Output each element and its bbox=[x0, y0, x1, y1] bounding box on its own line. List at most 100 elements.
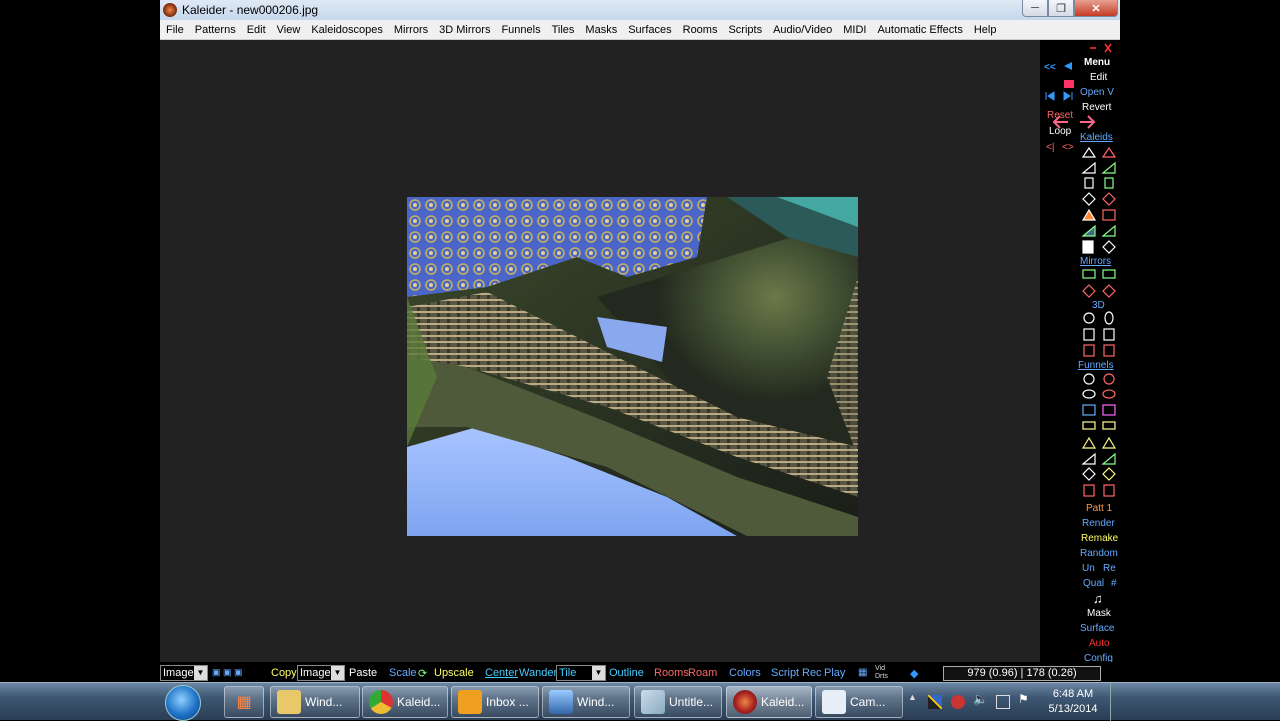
menu-funnels[interactable]: Funnels bbox=[495, 24, 545, 36]
colors-button[interactable]: Colors bbox=[729, 667, 761, 679]
funnel-square-alt-icon[interactable] bbox=[1102, 404, 1116, 416]
copy-select[interactable]: Image ▼ bbox=[297, 665, 345, 681]
kaleid-white-rect-icon[interactable] bbox=[1082, 240, 1094, 254]
revert-button[interactable]: Revert bbox=[1082, 102, 1111, 113]
network-icon[interactable] bbox=[996, 695, 1010, 709]
flag-icon[interactable]: ⚑ bbox=[1018, 692, 1032, 706]
kaleids-section-label[interactable]: Kaleids bbox=[1080, 132, 1113, 143]
pattern-number-label[interactable]: Patt 1 bbox=[1086, 503, 1112, 514]
kaleid-triangle-icon[interactable] bbox=[1081, 146, 1097, 158]
fractal-image[interactable] bbox=[407, 197, 858, 536]
center-button[interactable]: Center bbox=[485, 667, 518, 679]
image-select[interactable]: Image ▼ bbox=[160, 665, 208, 681]
diamond-icon[interactable]: ◆ bbox=[910, 667, 918, 680]
3d-egg-icon[interactable] bbox=[1104, 311, 1114, 325]
first-frame-icon[interactable] bbox=[1045, 91, 1055, 101]
menu-scripts[interactable]: Scripts bbox=[722, 24, 767, 36]
menu-masks[interactable]: Masks bbox=[579, 24, 622, 36]
funnel-ring-alt-icon[interactable] bbox=[1103, 373, 1115, 385]
funnel-square-icon[interactable] bbox=[1082, 404, 1096, 416]
surface-button[interactable]: Surface bbox=[1080, 623, 1114, 634]
start-button[interactable] bbox=[165, 685, 201, 721]
paste-button[interactable]: Paste bbox=[349, 667, 377, 679]
menu-3d-mirrors[interactable]: 3D Mirrors bbox=[433, 24, 495, 36]
3d-red-box-icon[interactable] bbox=[1083, 344, 1095, 357]
mirror-diamond-icon[interactable] bbox=[1082, 284, 1096, 298]
taskbar-item-kaleider[interactable]: Kaleid... bbox=[726, 686, 812, 718]
funnel-triangle-alt-icon[interactable] bbox=[1101, 436, 1117, 449]
3d-red-box-alt-icon[interactable] bbox=[1103, 344, 1115, 357]
mask-button[interactable]: Mask bbox=[1087, 608, 1111, 619]
render-button[interactable]: Render bbox=[1082, 518, 1115, 529]
kaleid-rect-alt-icon[interactable] bbox=[1104, 177, 1114, 189]
menu-file[interactable]: File bbox=[160, 24, 189, 36]
menu-midi[interactable]: MIDI bbox=[837, 24, 871, 36]
kaleid-blue-triangle-icon[interactable] bbox=[1081, 224, 1096, 237]
menu-tiles[interactable]: Tiles bbox=[546, 24, 580, 36]
upscale-button[interactable]: Upscale bbox=[434, 667, 474, 679]
menu-audio-video[interactable]: Audio/Video bbox=[767, 24, 837, 36]
music-note-icon[interactable]: ♫ bbox=[1093, 591, 1103, 606]
title-bar[interactable]: Kaleider - new000206.jpg ─ ❐ ✕ bbox=[160, 0, 1120, 20]
mirror-rect-icon[interactable] bbox=[1082, 269, 1096, 279]
open-video-button[interactable]: Open V bbox=[1080, 87, 1114, 98]
kaleid-triangle-alt-icon[interactable] bbox=[1101, 146, 1117, 158]
step-back-button[interactable]: <| bbox=[1046, 142, 1054, 153]
edit-button[interactable]: Edit bbox=[1090, 72, 1107, 83]
scale-button[interactable]: Scale bbox=[389, 667, 417, 679]
clock[interactable]: 6:48 AM 5/13/2014 bbox=[1040, 687, 1106, 717]
menu-kaleidoscopes[interactable]: Kaleidoscopes bbox=[305, 24, 388, 36]
menu-patterns[interactable]: Patterns bbox=[189, 24, 241, 36]
funnel-diamond-icon[interactable] bbox=[1082, 467, 1096, 481]
funnel-house-icon[interactable] bbox=[1083, 484, 1095, 497]
kaleid-green-triangle-icon[interactable] bbox=[1101, 224, 1116, 237]
film-icon[interactable]: ▦ bbox=[858, 667, 867, 678]
funnel-bar-icon[interactable] bbox=[1082, 421, 1096, 430]
taskbar-item-camtasia[interactable]: Cam... bbox=[815, 686, 903, 718]
funnel-ring-icon[interactable] bbox=[1083, 373, 1095, 385]
funnel-eye-icon[interactable] bbox=[1082, 389, 1096, 399]
remake-button[interactable]: Remake bbox=[1081, 533, 1118, 544]
kaleid-filled-triangle-icon[interactable] bbox=[1081, 208, 1097, 221]
random-button[interactable]: Random bbox=[1080, 548, 1118, 559]
stop-icon[interactable] bbox=[1064, 80, 1074, 88]
rooms-button[interactable]: Rooms bbox=[654, 667, 689, 679]
kaleid-right-triangle-icon[interactable] bbox=[1081, 161, 1096, 174]
loop-button[interactable]: Loop bbox=[1049, 126, 1071, 137]
roam-button[interactable]: Roam bbox=[688, 667, 717, 679]
funnel-wedge-alt-icon[interactable] bbox=[1101, 452, 1116, 465]
forward-arrow-icon[interactable] bbox=[1080, 115, 1096, 129]
taskbar-item-windows-explorer[interactable]: Wind... bbox=[270, 686, 360, 718]
menu-view[interactable]: View bbox=[271, 24, 306, 36]
funnel-diamond-alt-icon[interactable] bbox=[1102, 467, 1116, 481]
close-button[interactable]: ✕ bbox=[1074, 0, 1118, 17]
taskbar-item-inbox[interactable]: Inbox ... bbox=[451, 686, 539, 718]
image-tool-icons[interactable]: ▣ ▣ ▣ bbox=[212, 667, 243, 678]
record-button[interactable]: Rec bbox=[802, 667, 822, 679]
taskbar-item-windows[interactable]: Wind... bbox=[542, 686, 630, 718]
undo-button[interactable]: Un bbox=[1082, 563, 1095, 574]
kaleid-right-triangle-alt-icon[interactable] bbox=[1101, 161, 1116, 174]
video-drts-button[interactable]: Vid Drts bbox=[875, 665, 888, 681]
quality-button[interactable]: Qual bbox=[1083, 578, 1104, 589]
show-hidden-icons-icon[interactable]: ▲ bbox=[908, 692, 922, 706]
3d-box-icon[interactable] bbox=[1083, 328, 1095, 341]
tile-select[interactable]: Tile ▼ bbox=[556, 665, 606, 681]
play-button[interactable]: Play bbox=[824, 667, 845, 679]
kaleid-diamond-icon[interactable] bbox=[1082, 192, 1096, 206]
show-desktop-button[interactable] bbox=[1110, 683, 1120, 721]
script-button[interactable]: Script bbox=[771, 667, 799, 679]
wander-button[interactable]: Wander bbox=[519, 667, 557, 679]
menu-surfaces[interactable]: Surfaces bbox=[622, 24, 676, 36]
taskbar-item-paint[interactable]: Untitle... bbox=[634, 686, 722, 718]
maximize-button[interactable]: ❐ bbox=[1048, 0, 1074, 17]
kaleid-diamond-alt-icon[interactable] bbox=[1102, 192, 1116, 206]
mirror-diamond-alt-icon[interactable] bbox=[1102, 284, 1116, 298]
funnel-triangle-icon[interactable] bbox=[1081, 436, 1097, 449]
kaleid-diamond-small-icon[interactable] bbox=[1102, 240, 1116, 254]
kaleid-rect-icon[interactable] bbox=[1084, 177, 1094, 189]
auto-button[interactable]: Auto bbox=[1089, 638, 1110, 649]
redo-button[interactable]: Re bbox=[1103, 563, 1116, 574]
apps-grid-button[interactable]: ▦ bbox=[224, 686, 264, 718]
copy-button[interactable]: Copy bbox=[271, 667, 297, 679]
